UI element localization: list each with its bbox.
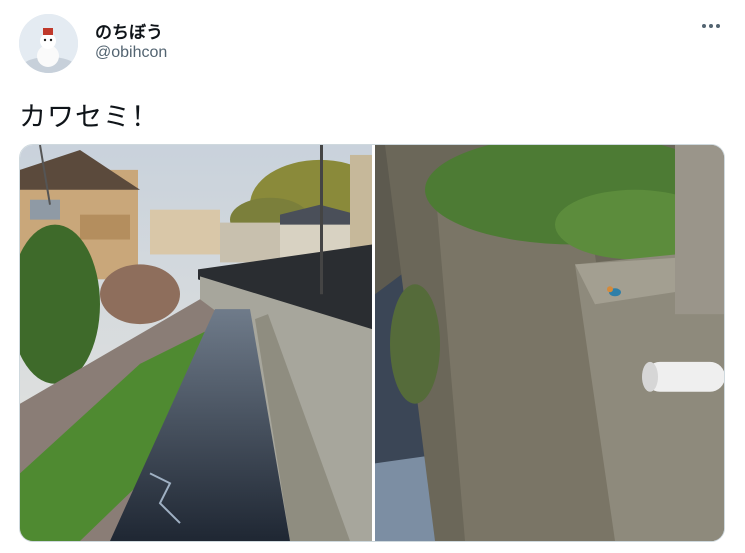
more-options-button[interactable] — [699, 14, 723, 38]
display-name[interactable]: のちぼう — [95, 18, 163, 43]
canal-photo-image — [20, 145, 372, 541]
snowman-avatar-icon — [19, 14, 78, 73]
user-handle[interactable]: @obihcon — [95, 44, 167, 62]
kingfisher-photo-image — [375, 145, 724, 541]
more-horizontal-icon — [702, 24, 720, 28]
photo-kingfisher[interactable] — [375, 145, 724, 541]
tweet-text: カワセミ！ — [19, 102, 159, 133]
photo-canal[interactable] — [20, 145, 372, 541]
user-avatar[interactable] — [19, 14, 78, 73]
media-grid — [19, 144, 725, 542]
